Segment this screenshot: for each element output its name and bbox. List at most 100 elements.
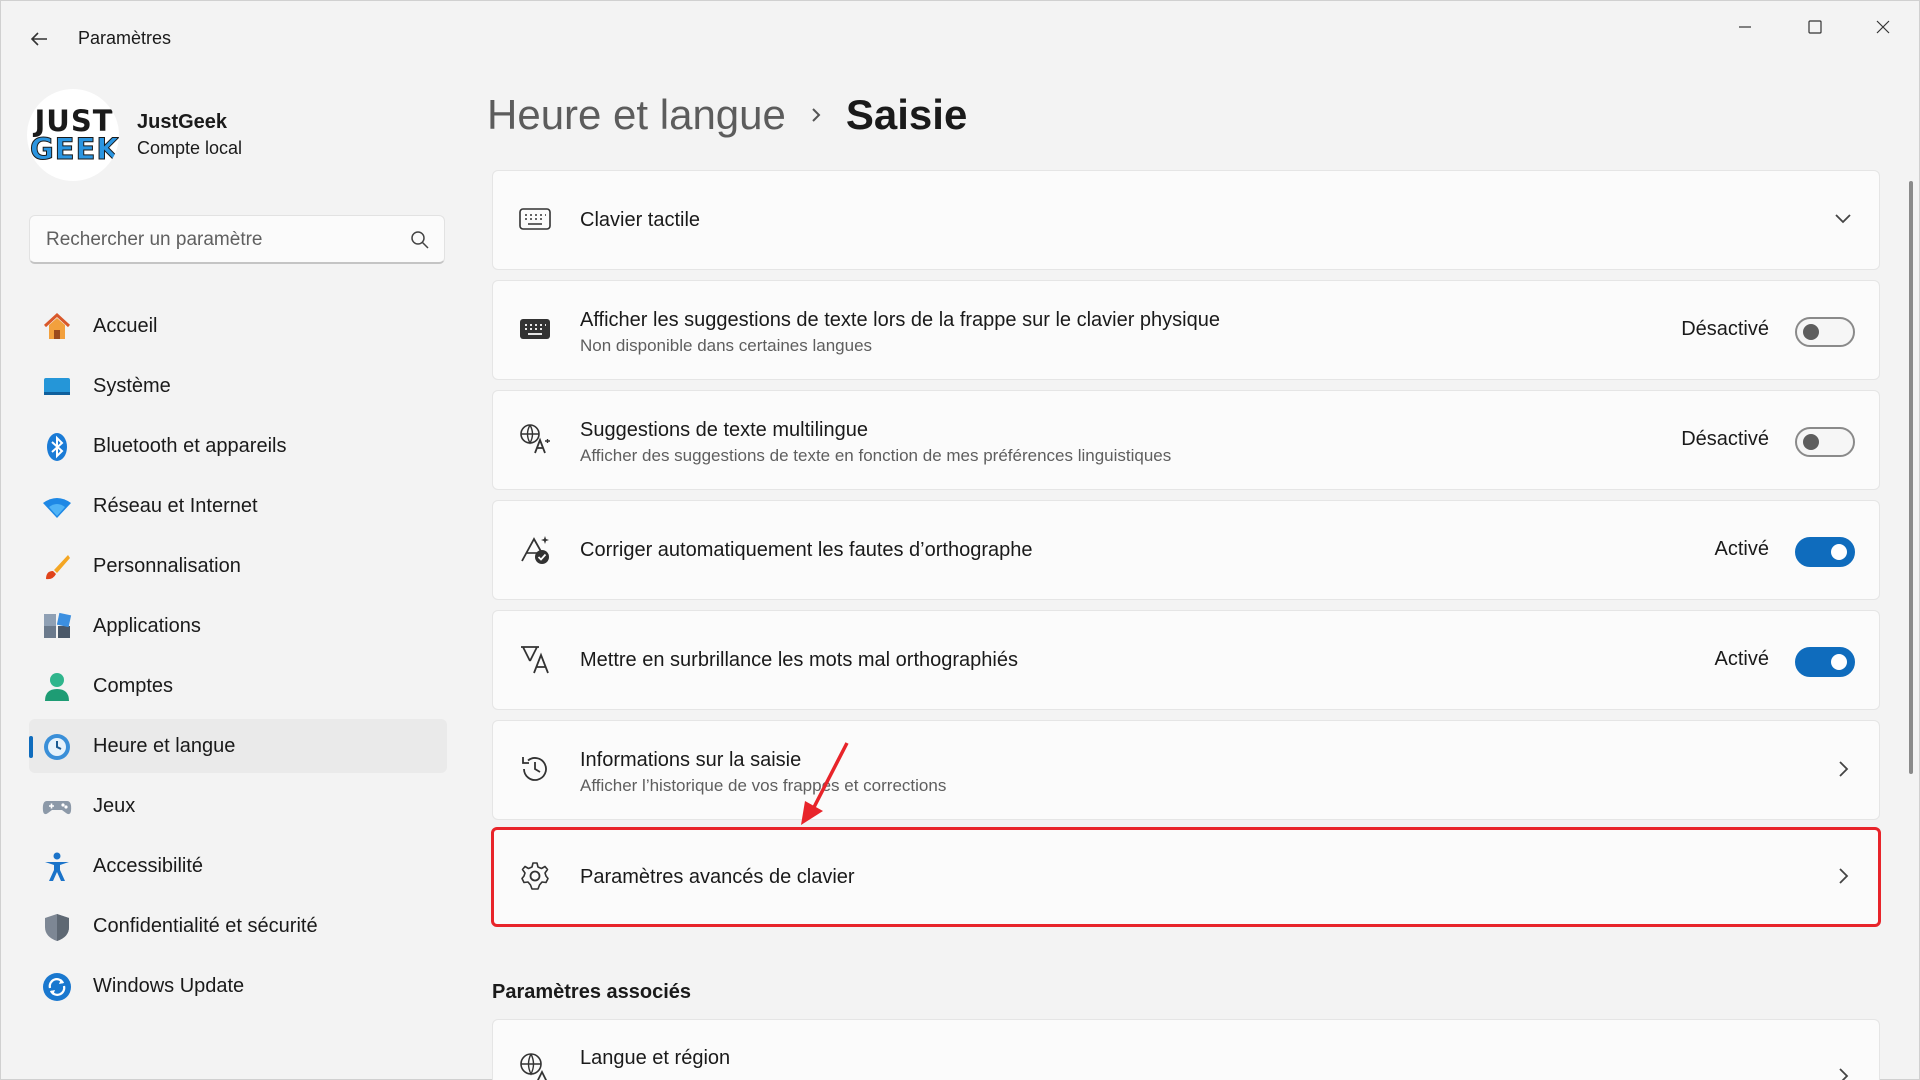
back-arrow-icon <box>30 32 47 46</box>
sidebar-item-label: Accueil <box>93 315 158 337</box>
page-title: Saisie <box>845 91 968 138</box>
toggle-switch[interactable] <box>1795 537 1855 567</box>
chevron-right-icon <box>1831 864 1855 888</box>
sidebar-item-personnalisation[interactable]: Personnalisation <box>29 539 447 593</box>
sidebar-item-accessibilite[interactable]: Accessibilité <box>29 839 447 893</box>
setting-clavier-tactile[interactable]: Clavier tactile <box>492 170 1880 270</box>
avatar: JUST GEEK <box>27 89 119 181</box>
profile-name: JustGeek <box>137 111 228 133</box>
setting-subtitle: Afficher l’historique de vos frappes et … <box>580 776 947 795</box>
shield-icon <box>41 911 73 943</box>
close-button[interactable] <box>1853 7 1913 47</box>
bluetooth-icon <box>41 431 73 463</box>
sidebar-item-label: Personnalisation <box>93 555 241 577</box>
setting-correction-auto[interactable]: Corriger automatiquement les fautes d’or… <box>492 500 1880 600</box>
setting-informations-saisie[interactable]: Informations sur la saisie Afficher l’hi… <box>492 720 1880 820</box>
setting-title: Informations sur la saisie <box>580 749 802 771</box>
sidebar-nav: Accueil Système Bluetooth et appareils R… <box>29 299 447 1019</box>
sidebar-item-label: Système <box>93 375 171 397</box>
back-button[interactable] <box>21 21 57 57</box>
logo-text-line2: GEEK <box>30 132 120 166</box>
section-title: Paramètres associés <box>492 981 692 1003</box>
sidebar-item-label: Windows Update <box>93 975 245 997</box>
setting-subtitle: Afficher des suggestions de texte en fon… <box>580 446 1172 465</box>
spellcheck-icon <box>517 641 553 677</box>
maximize-button[interactable] <box>1785 7 1845 47</box>
breadcrumb-parent[interactable]: Heure et langue <box>487 91 786 139</box>
sidebar-item-label: Applications <box>93 615 201 637</box>
home-icon <box>41 311 73 343</box>
touch-keyboard-icon <box>517 201 553 237</box>
person-icon <box>41 671 73 703</box>
history-icon <box>517 751 553 787</box>
sidebar-item-windows-update[interactable]: Windows Update <box>29 959 447 1013</box>
breadcrumb: Heure et langue Saisie <box>487 87 967 143</box>
gamepad-icon <box>41 791 73 823</box>
chevron-down-icon[interactable] <box>1831 207 1855 231</box>
toggle-state-label: Désactivé <box>1681 318 1769 340</box>
wifi-icon <box>41 491 73 523</box>
setting-suggestions-multilingue[interactable]: Suggestions de texte multilingue Affiche… <box>492 390 1880 490</box>
toggle-knob <box>1831 544 1847 560</box>
setting-title: Langue et région <box>580 1047 731 1069</box>
setting-suggestions-clavier-physique[interactable]: Afficher les suggestions de texte lors d… <box>492 280 1880 380</box>
minimize-icon <box>1739 26 1751 28</box>
sidebar-item-label: Confidentialité et sécurité <box>93 915 318 937</box>
app-title: Paramètres <box>78 28 172 48</box>
sidebar-item-reseau[interactable]: Réseau et Internet <box>29 479 447 533</box>
settings-window: Paramètres JUST GEEK JustGeek Compte loc… <box>0 0 1920 1080</box>
sidebar-item-label: Comptes <box>93 675 174 697</box>
brush-icon <box>41 551 73 583</box>
toggle-switch[interactable] <box>1795 647 1855 677</box>
maximize-icon <box>1808 20 1822 34</box>
setting-title: Mettre en surbrillance les mots mal orth… <box>580 649 1018 671</box>
setting-title: Corriger automatiquement les fautes d’or… <box>580 539 1033 561</box>
sidebar-item-accueil[interactable]: Accueil <box>29 299 447 353</box>
user-profile[interactable]: JUST GEEK JustGeek Compte local <box>27 89 447 181</box>
setting-title: Afficher les suggestions de texte lors d… <box>580 309 1220 331</box>
toggle-state-label: Activé <box>1714 538 1769 560</box>
globe-clock-icon <box>41 731 73 763</box>
toggle-knob <box>1831 654 1847 670</box>
autocorrect-icon <box>517 531 553 567</box>
toggle-switch[interactable] <box>1795 317 1855 347</box>
close-icon <box>1876 20 1890 34</box>
profile-account-type: Compte local <box>137 138 243 158</box>
minimize-button[interactable] <box>1715 7 1775 47</box>
setting-parametres-avances-clavier[interactable]: Paramètres avancés de clavier <box>492 828 1880 926</box>
chevron-right-icon <box>808 105 824 125</box>
setting-subtitle: Non disponible dans certaines langues <box>580 336 873 355</box>
toggle-state-label: Désactivé <box>1681 428 1769 450</box>
sidebar-item-heure-langue[interactable]: Heure et langue <box>29 719 447 773</box>
sidebar-item-label: Accessibilité <box>93 855 204 877</box>
sidebar-item-label: Jeux <box>93 795 136 817</box>
vertical-scrollbar[interactable] <box>1909 181 1913 774</box>
search-input[interactable]: Rechercher un paramètre <box>29 215 445 264</box>
sidebar-item-comptes[interactable]: Comptes <box>29 659 447 713</box>
search-icon <box>411 231 429 249</box>
sidebar-item-bluetooth[interactable]: Bluetooth et appareils <box>29 419 447 473</box>
setting-title: Clavier tactile <box>580 209 701 231</box>
sidebar-item-confidentialite[interactable]: Confidentialité et sécurité <box>29 899 447 953</box>
display-icon <box>41 371 73 403</box>
toggle-switch[interactable] <box>1795 427 1855 457</box>
setting-surbrillance-mots[interactable]: Mettre en surbrillance les mots mal orth… <box>492 610 1880 710</box>
sidebar-item-systeme[interactable]: Système <box>29 359 447 413</box>
accessibility-icon <box>41 851 73 883</box>
active-indicator <box>29 736 33 758</box>
sidebar-item-label: Heure et langue <box>93 735 236 757</box>
search-placeholder: Rechercher un paramètre <box>46 229 263 250</box>
sidebar-item-applications[interactable]: Applications <box>29 599 447 653</box>
keyboard-icon <box>517 311 553 347</box>
chevron-right-icon <box>1831 1064 1855 1080</box>
toggle-knob <box>1803 324 1819 340</box>
update-icon <box>41 971 73 1003</box>
sidebar-item-jeux[interactable]: Jeux <box>29 779 447 833</box>
chevron-right-icon <box>1831 757 1855 781</box>
sidebar-item-label: Réseau et Internet <box>93 495 258 517</box>
gear-icon <box>517 858 553 894</box>
setting-title: Paramètres avancés de clavier <box>580 866 855 888</box>
setting-langue-region[interactable]: Langue et région <box>492 1019 1880 1080</box>
toggle-knob <box>1803 434 1819 450</box>
apps-icon <box>41 611 73 643</box>
